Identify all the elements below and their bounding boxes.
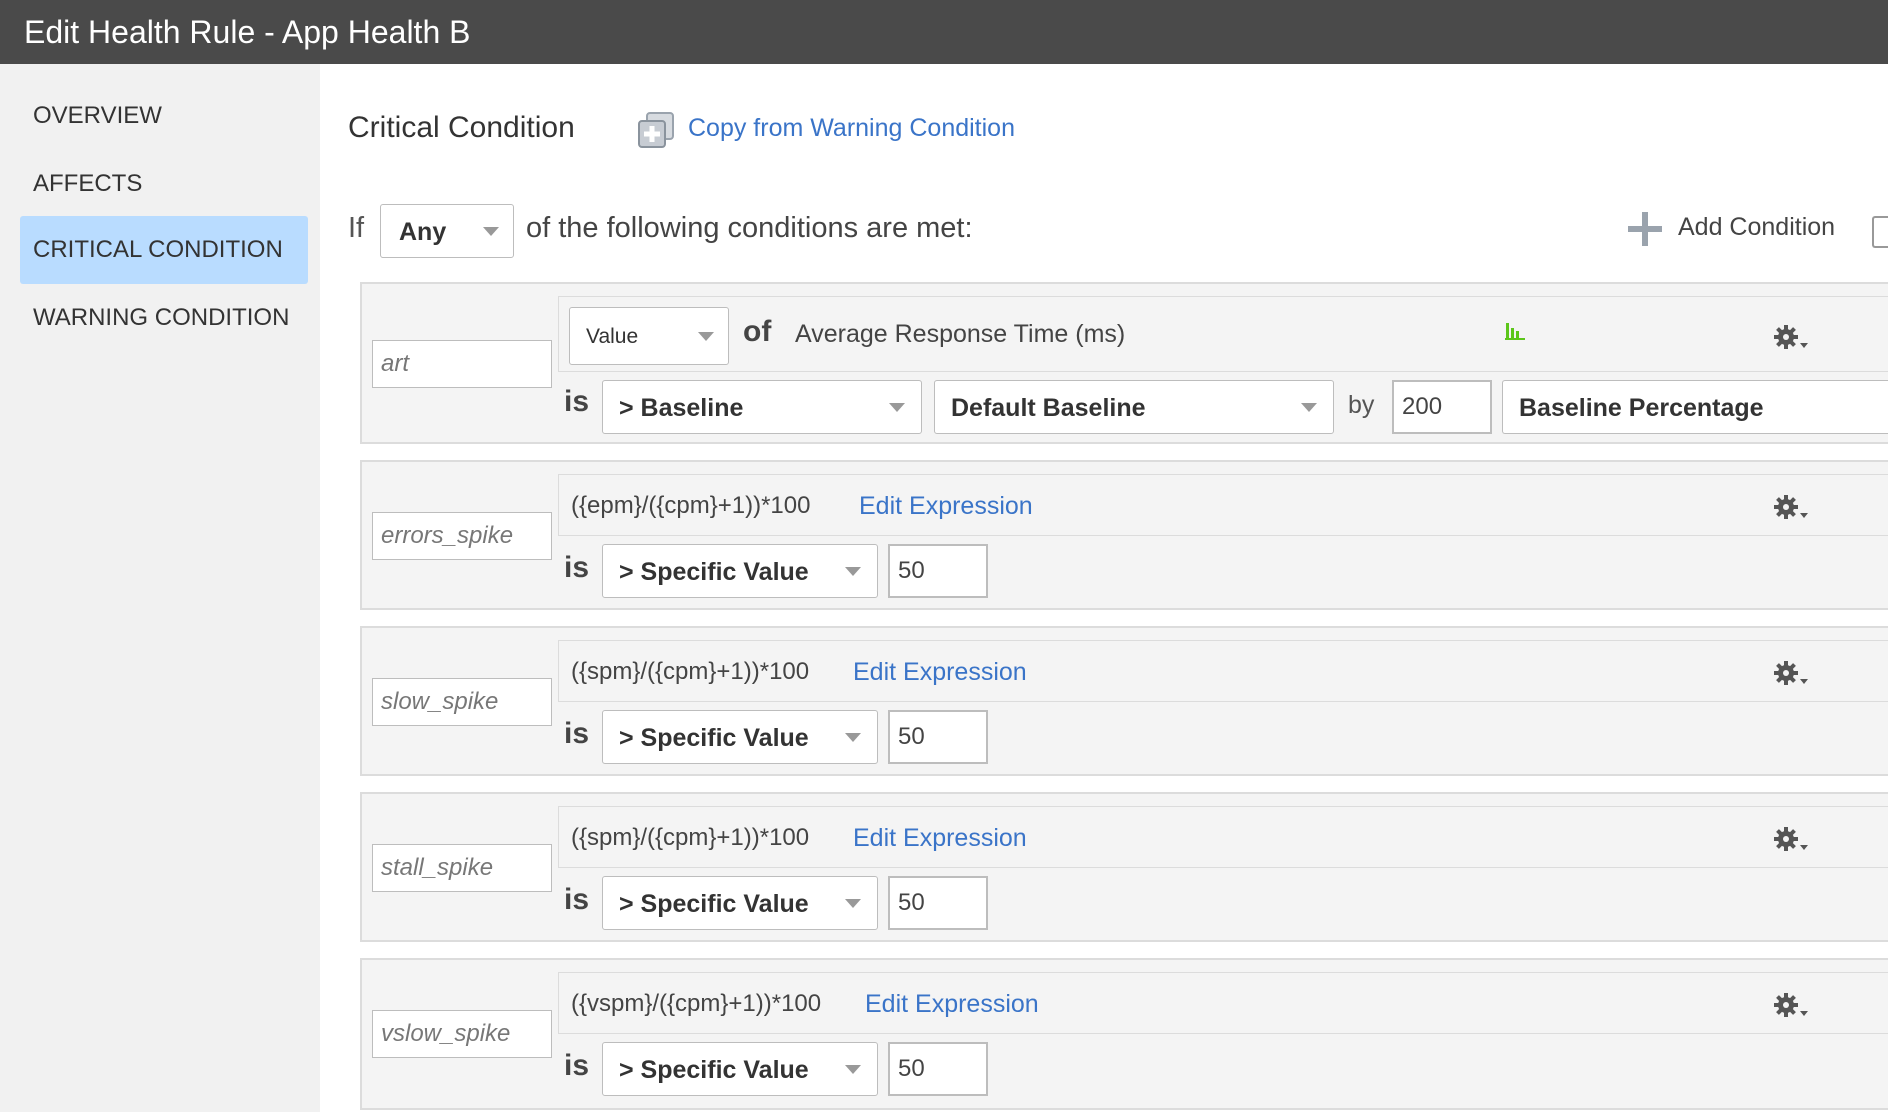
chevron-down-icon xyxy=(483,227,499,236)
edit-expression-link[interactable]: Edit Expression xyxy=(853,657,1027,687)
edit-expression-link[interactable]: Edit Expression xyxy=(865,989,1039,1019)
chevron-down-icon xyxy=(845,1065,861,1074)
value-type-value: Value xyxy=(586,325,639,348)
gear-icon[interactable] xyxy=(1773,659,1809,689)
add-condition-button[interactable]: Add Condition xyxy=(1678,210,1835,244)
is-label: is xyxy=(564,551,590,584)
if-label: If xyxy=(348,212,365,244)
title-bar: Edit Health Rule - App Health B xyxy=(0,0,1888,64)
chevron-down-icon xyxy=(845,899,861,908)
threshold-input[interactable]: 50 xyxy=(888,710,988,764)
sidebar-item-warning-condition[interactable]: WARNING CONDITION xyxy=(20,284,308,352)
is-label: is xyxy=(564,883,590,916)
expression-row: ({vspm}/({cpm}+1))*100 Edit Expression xyxy=(558,972,1888,1034)
expression-text: ({spm}/({cpm}+1))*100 xyxy=(571,824,810,851)
operator-select[interactable]: > Specific Value xyxy=(602,710,878,764)
gear-icon[interactable] xyxy=(1773,991,1809,1021)
condition-name-input[interactable]: stall_spike xyxy=(372,844,552,892)
chevron-down-icon xyxy=(845,733,861,742)
metric-name: Average Response Time (ms) xyxy=(795,320,1126,348)
condition-card: art Value of Average Response Time (ms) … xyxy=(360,282,1888,444)
section-title: Critical Condition xyxy=(348,111,575,144)
chevron-down-icon xyxy=(1301,403,1317,412)
expression-row: ({epm}/({cpm}+1))*100 Edit Expression xyxy=(558,474,1888,536)
threshold-input[interactable]: 50 xyxy=(888,876,988,930)
window-title: Edit Health Rule - App Health B xyxy=(24,14,471,50)
by-label: by xyxy=(1348,391,1375,419)
value-type-select[interactable]: Value xyxy=(569,307,729,365)
edit-expression-link[interactable]: Edit Expression xyxy=(859,491,1033,521)
bar-chart-icon[interactable] xyxy=(1505,321,1525,341)
is-label: is xyxy=(564,717,590,750)
gear-icon[interactable] xyxy=(1773,825,1809,855)
match-type-value: Any xyxy=(399,218,447,246)
threshold-input[interactable]: 50 xyxy=(888,544,988,598)
copy-from-warning-link[interactable]: Copy from Warning Condition xyxy=(688,110,1015,146)
is-label: is xyxy=(564,385,590,418)
match-type-select[interactable]: Any xyxy=(380,204,514,258)
is-label: is xyxy=(564,1049,590,1082)
condition-card: vslow_spike ({vspm}/({cpm}+1))*100 Edit … xyxy=(360,958,1888,1110)
copy-plus-icon[interactable] xyxy=(638,112,674,148)
operator-select[interactable]: > Specific Value xyxy=(602,876,878,930)
conditions-met-label: of the following conditions are met: xyxy=(526,212,973,244)
baseline-value: Default Baseline xyxy=(951,394,1146,422)
chevron-down-icon xyxy=(889,403,905,412)
baseline-select[interactable]: Default Baseline xyxy=(934,380,1334,434)
condition-name-input[interactable]: errors_spike xyxy=(372,512,552,560)
operator-select[interactable]: > Specific Value xyxy=(602,544,878,598)
expression-text: ({epm}/({cpm}+1))*100 xyxy=(571,492,811,519)
sidebar-item-overview[interactable]: OVERVIEW xyxy=(20,82,308,150)
sidebar-item-affects[interactable]: AFFECTS xyxy=(20,150,308,218)
plus-icon[interactable] xyxy=(1628,212,1662,246)
condition-name-input[interactable]: slow_spike xyxy=(372,678,552,726)
operator-value: > Specific Value xyxy=(619,1056,809,1084)
unit-select[interactable]: Baseline Percentage xyxy=(1502,380,1888,434)
operator-value: > Baseline xyxy=(619,394,744,422)
unit-value: Baseline Percentage xyxy=(1519,394,1764,422)
condition-card: errors_spike ({epm}/({cpm}+1))*100 Edit … xyxy=(360,460,1888,610)
sidebar: OVERVIEW AFFECTS CRITICAL CONDITION WARN… xyxy=(0,64,320,1112)
expression-row: ({spm}/({cpm}+1))*100 Edit Expression xyxy=(558,640,1888,702)
operator-value: > Specific Value xyxy=(619,558,809,586)
gear-icon[interactable] xyxy=(1773,493,1809,523)
of-label: of xyxy=(743,315,772,348)
operator-value: > Specific Value xyxy=(619,890,809,918)
operator-value: > Specific Value xyxy=(619,724,809,752)
expression-row: ({spm}/({cpm}+1))*100 Edit Expression xyxy=(558,806,1888,868)
condition-card: slow_spike ({spm}/({cpm}+1))*100 Edit Ex… xyxy=(360,626,1888,776)
metric-row: Value of Average Response Time (ms) xyxy=(558,296,1888,372)
gear-icon[interactable] xyxy=(1773,323,1809,353)
chevron-down-icon xyxy=(698,332,714,341)
expression-text: ({vspm}/({cpm}+1))*100 xyxy=(571,990,822,1017)
condition-name-input[interactable]: art xyxy=(372,340,552,388)
condition-name-input[interactable]: vslow_spike xyxy=(372,1010,552,1058)
chevron-down-icon xyxy=(845,567,861,576)
threshold-input[interactable]: 200 xyxy=(1392,380,1492,434)
select-all-checkbox[interactable] xyxy=(1872,216,1888,248)
condition-card: stall_spike ({spm}/({cpm}+1))*100 Edit E… xyxy=(360,792,1888,942)
edit-expression-link[interactable]: Edit Expression xyxy=(853,823,1027,853)
operator-select[interactable]: > Specific Value xyxy=(602,1042,878,1096)
operator-select[interactable]: > Baseline xyxy=(602,380,922,434)
sidebar-item-critical-condition[interactable]: CRITICAL CONDITION xyxy=(20,216,308,284)
threshold-input[interactable]: 50 xyxy=(888,1042,988,1096)
expression-text: ({spm}/({cpm}+1))*100 xyxy=(571,658,810,685)
